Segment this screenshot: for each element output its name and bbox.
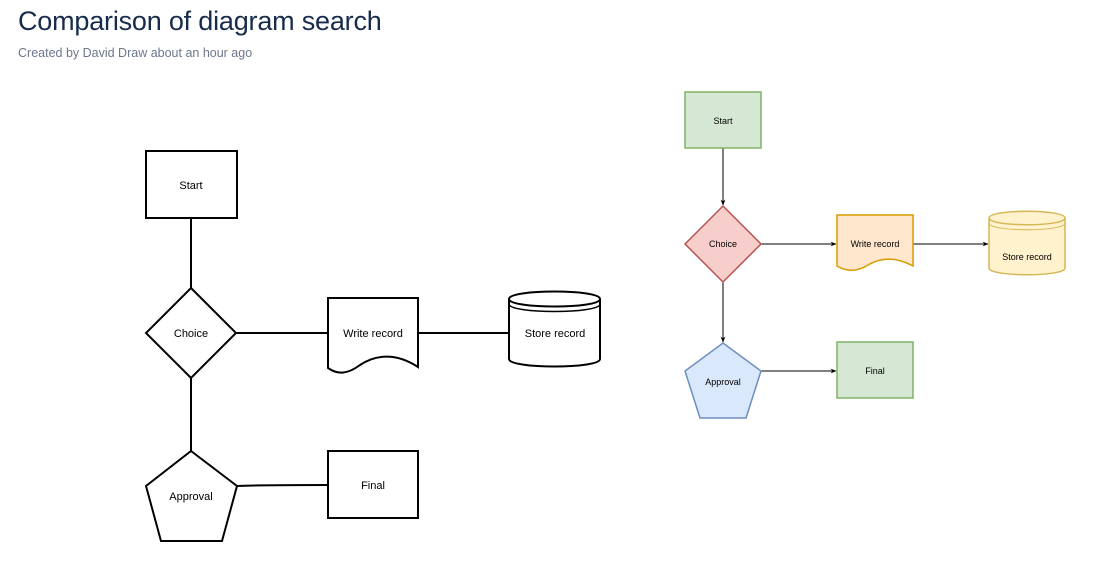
- node-choice[interactable]: Choice: [144, 286, 238, 380]
- node-write-record[interactable]: Write record: [327, 297, 419, 374]
- node-final-colored-label: Final: [865, 366, 885, 376]
- node-write-record-label: Write record: [343, 328, 403, 340]
- node-start-colored[interactable]: Start: [684, 91, 762, 149]
- diagram-canvas: Start Choice Write record Store record A…: [144, 91, 1066, 542]
- node-choice-colored-label: Choice: [709, 239, 737, 249]
- node-choice-colored[interactable]: Choice: [683, 204, 763, 284]
- node-final-label: Final: [361, 480, 385, 492]
- node-start-colored-label: Start: [713, 116, 733, 126]
- node-approval-colored[interactable]: Approval: [684, 342, 762, 419]
- node-final-colored[interactable]: Final: [836, 341, 914, 399]
- node-start[interactable]: Start: [145, 150, 238, 219]
- node-approval-label: Approval: [169, 491, 212, 503]
- node-choice-label: Choice: [174, 328, 208, 340]
- node-write-record-colored-label: Write record: [851, 239, 900, 249]
- node-start-label: Start: [179, 180, 202, 192]
- node-store-record-label: Store record: [525, 328, 586, 340]
- node-store-record-colored-label: Store record: [1002, 252, 1052, 262]
- plain-flowchart: Start Choice Write record Store record A…: [144, 150, 601, 542]
- node-write-record-colored[interactable]: Write record: [836, 214, 914, 272]
- node-final[interactable]: Final: [327, 450, 419, 519]
- node-approval[interactable]: Approval: [144, 449, 239, 542]
- node-approval-colored-label: Approval: [705, 377, 741, 387]
- edge-approval-final[interactable]: [236, 484, 329, 487]
- node-store-record[interactable]: Store record: [508, 290, 601, 368]
- node-store-record-colored[interactable]: Store record: [988, 210, 1066, 276]
- colored-flowchart: Start Choice Write record Store record A…: [683, 91, 1066, 419]
